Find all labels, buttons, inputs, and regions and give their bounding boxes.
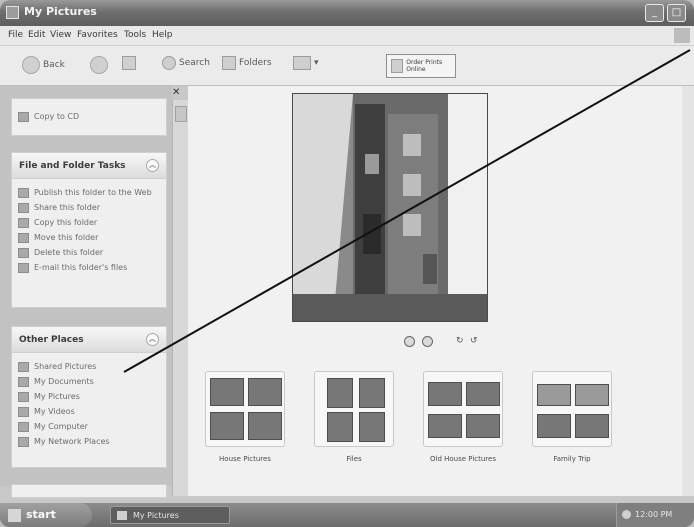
back-arrow-icon xyxy=(22,56,40,74)
folder-icon xyxy=(117,511,127,520)
folder-icon xyxy=(18,362,29,372)
folder-thumbnail xyxy=(423,371,503,447)
order-prints-button[interactable]: Order Prints Online xyxy=(386,54,456,78)
task-copy-folder[interactable]: Copy this folder xyxy=(12,215,166,230)
printer-icon xyxy=(391,59,404,73)
globe-icon xyxy=(18,188,29,198)
up-folder-icon xyxy=(122,56,136,70)
cd-icon xyxy=(18,112,29,122)
move-icon xyxy=(18,233,29,243)
views-icon xyxy=(293,56,311,70)
minimize-button[interactable]: _ xyxy=(645,4,664,22)
task-pane-scrollbar[interactable] xyxy=(172,100,188,496)
folder-label: Family Trip xyxy=(553,455,591,463)
network-icon xyxy=(18,437,29,447)
close-pane-icon[interactable]: ✕ xyxy=(172,87,180,98)
folder-house-pictures[interactable]: House Pictures xyxy=(205,371,285,463)
menu-view[interactable]: View xyxy=(50,30,71,40)
folders-button[interactable]: Folders xyxy=(222,56,272,70)
task-copy-to-cd[interactable]: Copy to CD xyxy=(12,109,166,124)
windows-logo-icon xyxy=(674,28,690,43)
rotate-right-icon: ↻ xyxy=(456,336,464,346)
rotate-clockwise-button[interactable]: ↻ xyxy=(456,336,464,346)
explorer-window: My Pictures _ □ File Edit View Favorites… xyxy=(0,0,694,527)
content-scrollbar[interactable] xyxy=(682,86,694,496)
file-folder-tasks-box: File and Folder Tasks ︽ Publish this fol… xyxy=(11,152,167,308)
place-my-documents[interactable]: My Documents xyxy=(12,374,166,389)
prev-image-button[interactable] xyxy=(404,336,415,350)
place-shared-pictures[interactable]: Shared Pictures xyxy=(12,359,166,374)
house-photo xyxy=(293,94,487,321)
title-bar[interactable]: My Pictures _ □ xyxy=(0,0,694,26)
picture-tasks-box: Copy to CD xyxy=(11,98,167,136)
image-preview[interactable] xyxy=(292,93,488,322)
menu-tools[interactable]: Tools xyxy=(124,30,146,40)
tray-icon[interactable] xyxy=(622,510,631,519)
chevron-down-icon: ▾ xyxy=(314,58,319,68)
rotate-left-icon: ↺ xyxy=(470,336,478,346)
taskbar: start My Pictures 12:00 PM xyxy=(0,503,694,527)
taskbar-my-pictures[interactable]: My Pictures xyxy=(110,506,230,524)
rotate-counterclockwise-button[interactable]: ↺ xyxy=(470,336,478,346)
previous-icon xyxy=(404,336,415,347)
task-email-folder[interactable]: E-mail this folder's files xyxy=(12,260,166,275)
delete-icon xyxy=(18,248,29,258)
scroll-up-icon[interactable] xyxy=(175,106,187,122)
menu-help[interactable]: Help xyxy=(152,30,173,40)
copy-icon xyxy=(18,218,29,228)
task-delete-folder[interactable]: Delete this folder xyxy=(12,245,166,260)
folder-thumbnail xyxy=(532,371,612,447)
folder-label: Old House Pictures xyxy=(429,455,496,463)
task-pane: Copy to CD File and Folder Tasks ︽ Publi… xyxy=(0,86,172,498)
system-tray: 12:00 PM xyxy=(616,503,694,527)
start-button[interactable]: start xyxy=(0,503,92,527)
menu-bar: File Edit View Favorites Tools Help xyxy=(0,26,694,46)
folder-thumbnail xyxy=(314,371,394,447)
task-share-folder[interactable]: Share this folder xyxy=(12,200,166,215)
email-icon xyxy=(18,263,29,273)
folder-files[interactable]: Files xyxy=(314,371,394,463)
folder-label: Files xyxy=(346,455,362,463)
other-places-box: Other Places ︽ Shared Pictures My Docume… xyxy=(11,326,167,468)
views-button[interactable]: ▾ xyxy=(293,56,319,70)
maximize-button[interactable]: □ xyxy=(667,4,686,22)
computer-icon xyxy=(18,422,29,432)
film-icon xyxy=(18,407,29,417)
folder-thumbnail xyxy=(205,371,285,447)
task-publish-folder[interactable]: Publish this folder to the Web xyxy=(12,185,166,200)
other-places-header[interactable]: Other Places ︽ xyxy=(12,327,166,353)
menu-favorites[interactable]: Favorites xyxy=(77,30,118,40)
folders-icon xyxy=(222,56,236,70)
place-my-computer[interactable]: My Computer xyxy=(12,419,166,434)
folder-icon xyxy=(18,377,29,387)
menu-file[interactable]: File xyxy=(8,30,23,40)
place-my-videos[interactable]: My Videos xyxy=(12,404,166,419)
details-box[interactable] xyxy=(11,484,167,498)
clock: 12:00 PM xyxy=(635,510,673,519)
up-button[interactable] xyxy=(122,56,136,70)
file-folder-tasks-header[interactable]: File and Folder Tasks ︽ xyxy=(12,153,166,179)
folder-icon xyxy=(6,6,19,19)
folder-old-house-pictures[interactable]: Old House Pictures xyxy=(423,371,503,463)
task-move-folder[interactable]: Move this folder xyxy=(12,230,166,245)
share-icon xyxy=(18,203,29,213)
search-button[interactable]: Search xyxy=(162,56,210,70)
place-my-network-places[interactable]: My Network Places xyxy=(12,434,166,449)
folder-family-trip[interactable]: Family Trip xyxy=(532,371,612,463)
next-image-button[interactable] xyxy=(422,336,433,350)
place-my-pictures[interactable]: My Pictures xyxy=(12,389,166,404)
forward-arrow-icon xyxy=(90,56,108,74)
menu-edit[interactable]: Edit xyxy=(28,30,45,40)
windows-flag-icon xyxy=(8,509,21,522)
next-icon xyxy=(422,336,433,347)
collapse-chevron-icon[interactable]: ︽ xyxy=(146,333,159,346)
toolbar: Back Search Folders ▾ Order Prints Onlin… xyxy=(0,46,694,86)
folder-label: House Pictures xyxy=(219,455,271,463)
collapse-chevron-icon[interactable]: ︽ xyxy=(146,159,159,172)
forward-button[interactable] xyxy=(90,56,108,74)
search-icon xyxy=(162,56,176,70)
folder-icon xyxy=(18,392,29,402)
back-button[interactable]: Back xyxy=(22,56,65,74)
window-title: My Pictures xyxy=(24,5,97,18)
